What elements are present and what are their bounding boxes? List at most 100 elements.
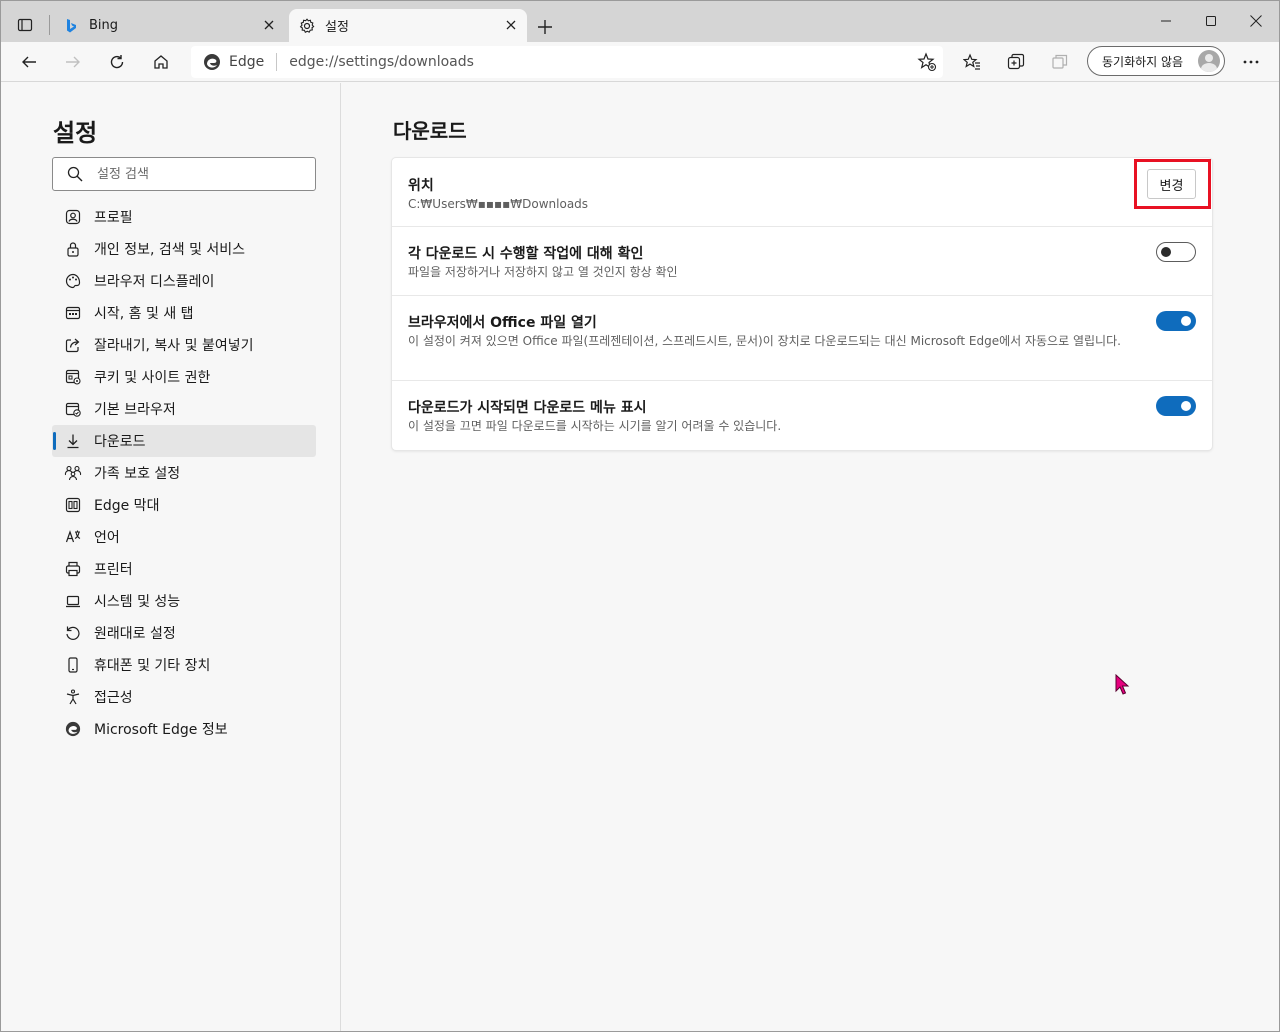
toggle-knob <box>1181 316 1191 326</box>
sidebar-item-profile[interactable]: 프로필 <box>52 201 316 233</box>
download-icon <box>64 432 82 450</box>
settings-search-input[interactable] <box>97 166 297 182</box>
collections-icon <box>1007 53 1025 70</box>
setting-title: 브라우저에서 Office 파일 열기 <box>408 315 597 331</box>
sidebar-item-accessibility[interactable]: 접근성 <box>52 681 316 713</box>
tab-settings[interactable]: 설정 <box>289 9 527 42</box>
sidebar-item-printers[interactable]: 프린터 <box>52 553 316 585</box>
sidebar-item-share-copy[interactable]: 잘라내기, 복사 및 붙여넣기 <box>52 329 316 361</box>
sidebar-item-label: 다운로드 <box>94 434 146 450</box>
close-window-button[interactable] <box>1233 1 1279 41</box>
edge-bar-icon <box>64 496 82 514</box>
home-icon <box>154 55 168 69</box>
toggle-knob <box>1161 247 1171 257</box>
site-permissions-icon <box>64 368 82 386</box>
tab-actions-button[interactable] <box>9 9 41 41</box>
location-row: 위치 C:₩Users₩▪▪▪▪₩Downloads 변경 <box>392 158 1212 227</box>
new-tab-button[interactable] <box>531 13 559 41</box>
close-icon <box>1250 15 1262 27</box>
default-browser-icon <box>64 400 82 418</box>
close-tab-icon[interactable] <box>503 17 519 33</box>
minimize-icon <box>1161 20 1171 22</box>
sidebar-item-label: 개인 정보, 검색 및 서비스 <box>94 242 246 258</box>
close-tab-icon[interactable] <box>261 17 277 33</box>
navigation-bar: Edge edge://settings/downloads 동기화하지 않음 <box>1 42 1279 82</box>
sidebar-title: 설정 <box>53 119 98 147</box>
sidebar-item-label: 휴대폰 및 기타 장치 <box>94 658 211 674</box>
tab-label: Bing <box>89 18 119 33</box>
address-bar[interactable]: Edge edge://settings/downloads <box>191 46 943 78</box>
settings-search-box[interactable] <box>52 157 316 191</box>
download-menu-toggle[interactable] <box>1156 396 1196 416</box>
address-separator <box>276 53 278 71</box>
toggle-knob <box>1181 401 1191 411</box>
sidebar-item-appearance[interactable]: 브라우저 디스플레이 <box>52 265 316 297</box>
tab-label: 설정 <box>325 20 349 35</box>
family-icon <box>64 464 82 482</box>
minimize-button[interactable] <box>1143 1 1189 41</box>
sidebar-item-downloads[interactable]: 다운로드 <box>52 425 316 457</box>
sidebar-item-label: 가족 보호 설정 <box>94 466 181 482</box>
favorites-button[interactable] <box>956 46 988 78</box>
sidebar-item-default-browser[interactable]: 기본 브라우저 <box>52 393 316 425</box>
tab-bing[interactable]: Bing <box>57 9 285 42</box>
search-icon <box>67 166 83 182</box>
sidebar-item-label: 접근성 <box>94 690 133 706</box>
setting-title: 각 다운로드 시 수행할 작업에 대해 확인 <box>408 246 644 262</box>
downloads-settings-card: 위치 C:₩Users₩▪▪▪▪₩Downloads 변경 각 다운로드 시 수… <box>392 158 1212 450</box>
profile-sync-button[interactable]: 동기화하지 않음 <box>1087 46 1225 76</box>
share-icon <box>64 336 82 354</box>
sidebar-item-label: 언어 <box>94 530 120 546</box>
office-files-toggle[interactable] <box>1156 311 1196 331</box>
refresh-icon <box>110 55 124 69</box>
back-button[interactable] <box>13 46 45 78</box>
tab-separator <box>49 15 50 35</box>
gear-icon <box>299 17 315 34</box>
workspace-button[interactable] <box>1044 46 1076 78</box>
sidebar-item-languages[interactable]: 언어 <box>52 521 316 553</box>
location-title: 위치 <box>408 178 434 194</box>
workspace-icon <box>1052 54 1068 69</box>
palette-icon <box>64 272 82 290</box>
forward-button[interactable] <box>57 46 89 78</box>
sidebar-item-about[interactable]: Microsoft Edge 정보 <box>52 713 316 745</box>
sidebar-item-phone[interactable]: 휴대폰 및 기타 장치 <box>52 649 316 681</box>
sidebar-item-privacy[interactable]: 개인 정보, 검색 및 서비스 <box>52 233 316 265</box>
add-favorite-button[interactable] <box>917 52 937 72</box>
ask-download-row: 각 다운로드 시 수행할 작업에 대해 확인 파일을 저장하거나 저장하지 않고… <box>392 227 1212 296</box>
setting-description: 이 설정을 끄면 파일 다운로드를 시작하는 시기를 알기 어려울 수 있습니다… <box>408 419 782 433</box>
ask-download-toggle[interactable] <box>1156 242 1196 262</box>
setting-title: 다운로드가 시작되면 다운로드 메뉴 표시 <box>408 400 647 416</box>
browser-window: Bing 설정 Edge edge://settings/downloads 동… <box>0 0 1280 1032</box>
sidebar-item-label: 프로필 <box>94 210 133 226</box>
star-add-icon <box>917 52 937 72</box>
favorites-icon <box>963 53 980 70</box>
bing-icon <box>63 18 79 34</box>
collections-button[interactable] <box>1000 46 1032 78</box>
maximize-icon <box>1206 16 1216 26</box>
url-text[interactable]: edge://settings/downloads <box>289 54 474 70</box>
sidebar-item-family[interactable]: 가족 보호 설정 <box>52 457 316 489</box>
change-location-button[interactable]: 변경 <box>1147 169 1196 199</box>
sidebar-item-label: Edge 막대 <box>94 498 160 514</box>
home-button[interactable] <box>145 46 177 78</box>
sidebar-item-edge-bar[interactable]: Edge 막대 <box>52 489 316 521</box>
sidebar-item-cookies[interactable]: 쿠키 및 사이트 권한 <box>52 361 316 393</box>
sidebar-item-label: 잘라내기, 복사 및 붙여넣기 <box>94 338 254 354</box>
laptop-icon <box>64 592 82 610</box>
sidebar-item-start-home[interactable]: 시작, 홈 및 새 탭 <box>52 297 316 329</box>
sidebar-item-label: 시스템 및 성능 <box>94 594 181 610</box>
tab-actions-icon <box>17 18 33 32</box>
reset-icon <box>64 624 82 642</box>
download-menu-row: 다운로드가 시작되면 다운로드 메뉴 표시 이 설정을 끄면 파일 다운로드를 … <box>392 381 1212 450</box>
sidebar-item-reset[interactable]: 원래대로 설정 <box>52 617 316 649</box>
site-identity[interactable]: Edge <box>191 53 264 71</box>
refresh-button[interactable] <box>101 46 133 78</box>
home-tab-icon <box>64 304 82 322</box>
settings-and-more-button[interactable] <box>1235 46 1267 78</box>
phone-icon <box>64 656 82 674</box>
sidebar-item-system[interactable]: 시스템 및 성능 <box>52 585 316 617</box>
maximize-button[interactable] <box>1188 1 1234 41</box>
sync-status-label: 동기화하지 않음 <box>1102 54 1184 69</box>
edge-logo-icon <box>203 53 221 71</box>
